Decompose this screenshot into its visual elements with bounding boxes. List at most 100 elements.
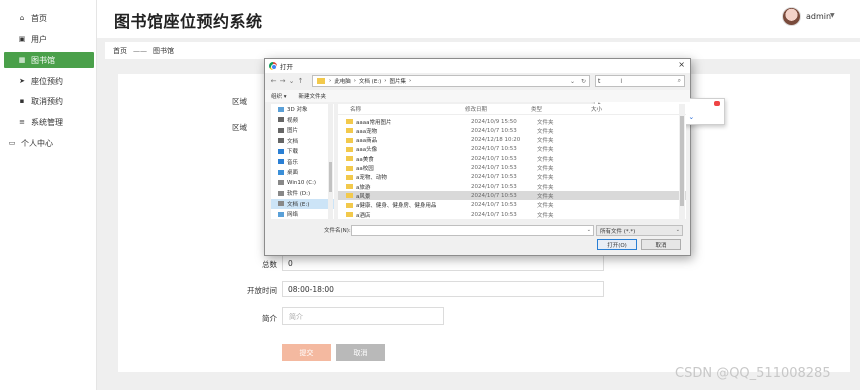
nav-pane-item[interactable]: 图片 [271,125,334,136]
file-row[interactable]: aa美食 2024/10/7 10:53 文件夹 [338,154,686,163]
scroll-thumb[interactable] [680,116,684,206]
address-crumb[interactable]: 此电脑 [334,77,351,85]
folder-icon [346,156,353,162]
chevron-down-icon[interactable]: ⌄ [587,227,591,233]
nav-pane-label: 桌面 [287,170,299,177]
back-icon[interactable]: ← [269,77,278,85]
header: 图书馆座位预约系统 admin ▼ [97,0,860,38]
dialog-cancel-button[interactable]: 取消 [641,239,681,250]
nav-pane-item[interactable]: 网络 [271,209,334,219]
filename-input[interactable]: ⌄ [351,225,594,236]
organize-button[interactable]: 组织 ▾ [271,92,287,100]
folder-icon [346,146,353,152]
folder-icon [346,193,353,199]
nav-pane-item[interactable]: 文档 [271,136,334,147]
nav-pane-item[interactable]: 视频 [271,115,334,126]
sidebar-item-label: 个人中心 [21,138,53,148]
file-open-dialog: 打开 × ← → ⌄ ↑ › 此电脑 › 文档 (E:) › 图片集 › ⌄ ↻… [264,58,725,256]
column-size[interactable]: 大小 [591,105,602,113]
address-crumb[interactable]: 图片集 [390,77,407,85]
address-crumb[interactable]: 文档 (E:) [359,77,381,85]
new-folder-button[interactable]: 新建文件夹 [299,92,327,100]
file-row[interactable]: a旅游 2024/10/7 10:53 文件夹 [338,182,686,191]
dialog-title: 打开 [280,63,293,71]
column-name[interactable]: 名称 [350,105,465,113]
folder-icon [278,159,284,165]
nav-pane-item[interactable]: 音乐 [271,157,334,168]
file-name: aaa宠物 [356,128,378,135]
column-type[interactable]: 类型 [531,105,591,113]
nav-pane-item[interactable]: Win10 (C:) [271,178,334,189]
avatar[interactable] [782,7,801,26]
folder-icon [278,190,284,196]
file-row[interactable]: aa校园 2024/10/7 10:53 文件夹 [338,164,686,173]
search-input[interactable]: t I ⌕ [595,75,685,87]
open-button[interactable]: 打开(O) [597,239,637,250]
file-row[interactable]: a宠物、动物 2024/10/7 10:53 文件夹 [338,173,686,182]
folder-icon [278,138,284,144]
file-type: 文件夹 [537,156,554,163]
nav-pane-item[interactable]: 桌面 [271,167,334,178]
folder-icon [346,137,353,143]
file-row[interactable]: aaa商品 2024/12/18 10:20 文件夹 [338,136,686,145]
file-row[interactable]: a风景 2024/10/7 10:53 文件夹 [338,191,686,201]
sidebar-item-library[interactable]: ▦ 图书馆 [4,52,94,68]
nav-pane-item[interactable]: 文档 (E:) [271,198,334,209]
dialog-titlebar[interactable]: 打开 × [265,59,690,73]
sidebar-item-label: 取消预约 [31,96,63,106]
folder-icon [346,212,353,217]
sidebar-item-seat-booking[interactable]: ➤ 座位预约 [4,73,94,89]
search-icon[interactable]: ⌕ [678,77,681,85]
folder-icon [346,184,353,190]
filetype-select[interactable]: 所有文件 (*.*) ⌄ [596,225,683,236]
sidebar-item-users[interactable]: ▣ 用户 [4,31,94,47]
file-row[interactable]: aaaa常用图片 2024/10/9 15:50 文件夹 [338,117,686,126]
filename-label: 文件名(N): [324,228,351,234]
file-row[interactable]: aaa头像 2024/10/7 10:53 文件夹 [338,145,686,154]
chevron-down-icon[interactable]: ⌄ [570,78,575,85]
folder-icon [346,165,353,171]
total-input[interactable]: 0 [282,255,604,271]
address-bar[interactable]: › 此电脑 › 文档 (E:) › 图片集 › ⌄ ↻ [312,75,590,87]
file-name: a宠物、动物 [356,175,387,182]
folder-icon [346,174,353,180]
nav-pane-item[interactable]: 下载 [271,146,334,157]
nav-pane-item[interactable]: 3D 对象 [271,104,334,115]
file-row[interactable]: a健康、健身、健身房、健身用品 2024/10/7 10:53 文件夹 [338,201,686,210]
folder-icon [278,117,284,123]
sidebar-item-home[interactable]: ⌂ 首页 [4,10,94,26]
home-icon: ⌂ [19,14,25,22]
chevron-down-icon[interactable]: ⌄ [287,77,296,85]
user-name[interactable]: admin [806,12,831,21]
nav-pane-item[interactable]: 软件 (D:) [271,188,334,199]
nav-pane-label: 文档 [287,138,299,145]
cancel-button[interactable]: 取消 [336,344,385,361]
file-type: 文件夹 [537,119,554,126]
column-date[interactable]: 修改日期 [465,105,531,113]
sidebar-item-cancel-booking[interactable]: ▪ 取消预约 [4,93,94,109]
file-scrollbar[interactable] [679,104,685,219]
intro-label: 简介 [262,314,277,323]
open-time-input[interactable]: 08:00-18:00 [282,281,604,297]
file-type: 文件夹 [537,193,554,200]
close-icon[interactable]: × [678,60,685,69]
up-icon[interactable]: ↑ [296,77,305,85]
file-type: 文件夹 [537,128,554,135]
sidebar-item-profile[interactable]: ▭ 个人中心 [4,135,94,151]
nav-pane-label: 图片 [287,128,299,135]
sidebar-item-system[interactable]: ≡ 系统管理 [4,114,94,130]
refresh-icon[interactable]: ↻ [581,78,586,85]
nav-scrollbar[interactable] [328,104,333,219]
forward-icon[interactable]: → [278,77,287,85]
intro-textarea[interactable]: 简介 [282,307,444,325]
caret-down-icon[interactable]: ▼ [830,12,835,19]
folder-icon [317,78,325,84]
breadcrumb-home[interactable]: 首页 [113,46,127,56]
file-type: 文件夹 [537,147,554,154]
file-date: 2024/10/7 10:53 [471,174,517,181]
file-row[interactable]: aaa宠物 2024/10/7 10:53 文件夹 [338,126,686,135]
cancel-icon: ▪ [19,97,25,105]
submit-button[interactable]: 提交 [282,344,331,361]
scroll-thumb[interactable] [329,162,332,192]
file-row[interactable]: a酒店 2024/10/7 10:53 文件夹 [338,210,686,219]
